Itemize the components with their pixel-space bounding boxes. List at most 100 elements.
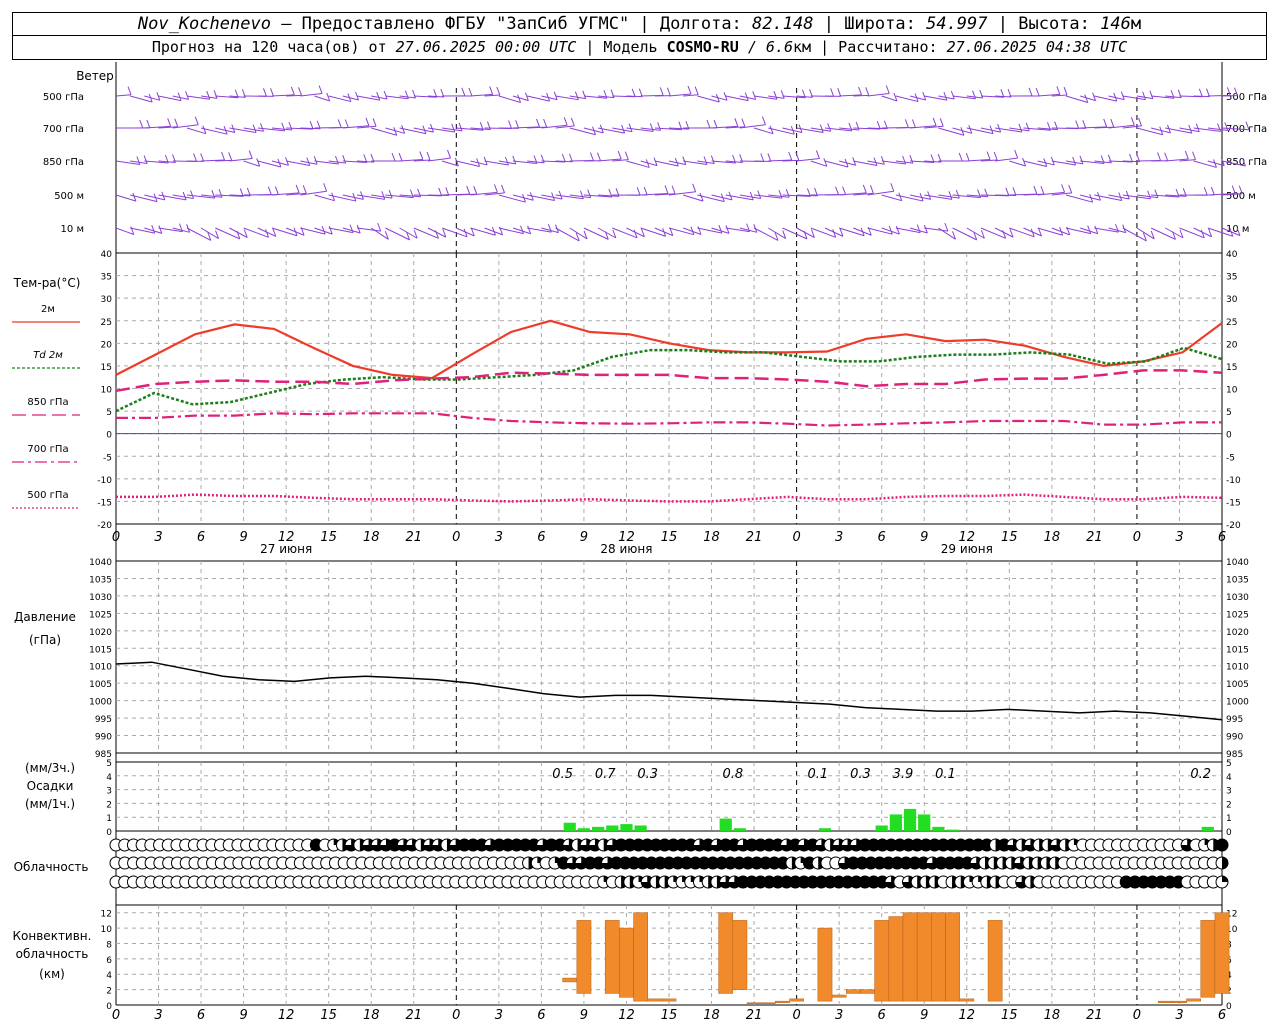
temp-tick-label: 40 [101,250,113,260]
conv-cloud-bar [775,1000,790,1003]
wind-barb-feather [1061,184,1066,193]
precip-bar [620,824,633,831]
wind-barb-feather [1103,118,1108,128]
wind-barb-feather [174,118,179,127]
wind-barb-feather [785,189,790,198]
wind-barb-feather [337,119,342,128]
wind-barb-feather [146,119,151,129]
wind-barb-feather [1079,155,1084,165]
wind-barb-feather [694,86,699,95]
wind-barb-feather [1063,86,1068,96]
wind-barb-feather [659,87,664,96]
wind-barb-feather [270,88,275,97]
wind-barb-feather [597,152,601,161]
wind-barb-feather [551,192,556,201]
wind-barb-feather [515,120,520,129]
pressure-tick-label: 1000 [89,698,112,708]
precip-tick-label: 0 [106,828,112,838]
conv-cloud-bar [789,998,804,1002]
wind-barb-feather [1129,153,1133,163]
conv-tick-label: 10 [101,925,113,935]
wind-barb-feather [1164,152,1169,161]
hour-tick-label: 15 [320,530,337,545]
wind-barb [115,94,132,97]
wind-barb-feather [1130,117,1135,126]
conv-cloud-bar [619,927,634,998]
conv-tick-label: 6 [106,956,112,966]
hour-tick-label: 9 [920,1008,928,1023]
wind-barb-feather [1195,123,1200,132]
wind-barb-feather [718,224,723,234]
wind-barb-feather [563,117,568,126]
conv-cloud-bar [1172,1000,1187,1003]
wind-barb-feather [182,191,187,201]
wind-barb-feather [587,189,592,198]
wind-barb [924,227,948,232]
wind-barb [215,159,232,162]
precip-sum-label: 0.8 [722,767,743,782]
wind-barb-feather [1206,88,1210,97]
wind-barb-feather [543,118,548,128]
precip-sum-label: 3.9 [893,767,914,782]
wind-barb-feather [496,86,501,96]
wind-barb-feather [206,91,211,100]
precip-bar [634,825,647,831]
hour-tick-label: 6 [1218,1008,1226,1023]
wind-barb-feather [1184,150,1189,160]
wind-barb [186,227,212,241]
wind-barb [1009,160,1026,167]
pressure-tick-label: 1025 [1226,610,1249,620]
precip-tick-label: 3 [106,787,112,797]
wind-barb-feather [1005,187,1010,197]
temp-tick-label: 10 [1226,386,1238,396]
wind-barb [271,227,298,237]
cloud-symbol-fill [1222,876,1228,882]
day-label: 28 июня [600,542,652,556]
wind-barb-feather [902,155,907,165]
wind-barb [952,227,977,241]
wind-barb-feather [706,119,711,129]
conv-tick-label: 4 [106,971,112,981]
wind-barb-feather [512,155,517,165]
wind-barb [810,160,828,167]
pressure-tick-label: 1020 [1226,628,1249,638]
precip-bar [818,828,832,831]
wind-barb [839,227,865,237]
wind-barb-feather [948,191,953,200]
wind-barb-feather [979,89,984,99]
pressure-tick-label: 1000 [1226,698,1249,708]
conv-cloud-bar [902,912,918,1002]
wind-barb-feather [221,151,226,161]
wind-barb-feather [944,222,949,232]
wind-barb-feather [916,224,921,233]
precip-sum-label: 0.3 [850,767,871,782]
hour-tick-label: 21 [746,530,763,545]
wind-barb-feather [955,189,960,199]
wind-barb [626,95,643,98]
wind-barb-feather [749,191,754,201]
precip-sum-label: 0.2 [1190,767,1211,782]
wind-barb [427,157,451,162]
hour-tick-label: 0 [1133,530,1141,545]
pressure-tick-label: 1030 [1226,593,1249,603]
wind-barb-feather [950,90,955,100]
wind-barb-feather [744,92,749,101]
hour-tick-label: 3 [154,530,162,545]
hour-tick-label: 15 [661,530,678,545]
hour-tick-label: 3 [1175,1008,1183,1023]
temp-tick-label: 35 [1226,273,1237,283]
hour-tick-label: 3 [1175,530,1183,545]
wind-barb-feather [869,185,874,194]
wind-barb-feather [1192,151,1197,160]
pressure-tick-label: 995 [1226,715,1243,725]
wind-barb [555,227,580,242]
precip-bar [903,808,917,831]
precip-bar [932,826,945,831]
pressure-tick-label: 995 [95,715,112,725]
wind-barb-feather [1149,90,1154,99]
wind-barb-feather [377,222,382,232]
precip-sum-label: 0.5 [552,767,573,782]
wind-barb [995,157,1018,162]
wind-barb [144,95,161,101]
wind-barb-feather [932,117,937,126]
